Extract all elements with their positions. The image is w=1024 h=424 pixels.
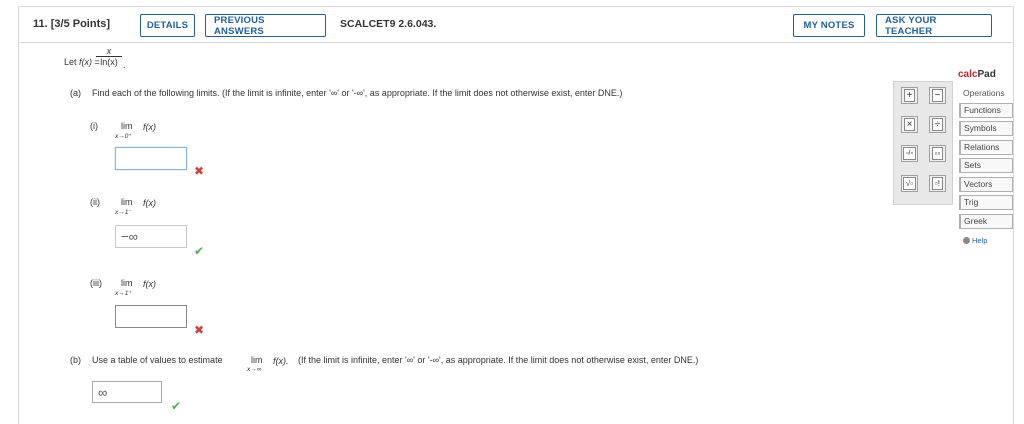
ask-your-teacher-button[interactable]: ASK YOUR TEACHER <box>876 14 992 37</box>
minus-button[interactable]: − <box>929 87 946 104</box>
question-number: 11. [3/5 Points] <box>33 18 111 30</box>
tab-functions[interactable]: Functions <box>959 103 1013 118</box>
lim-subscript: x→∞ <box>247 366 262 373</box>
calcpad-title-accent: calc <box>958 69 978 80</box>
part-b-instruction-post: (If the limit is infinite, enter '∞' or … <box>298 355 699 365</box>
lim-subscript: x→1⁺ <box>115 290 132 297</box>
my-notes-button[interactable]: MY NOTES <box>793 14 865 37</box>
minus-icon: − <box>931 89 944 102</box>
multiply-button[interactable]: × <box>901 116 918 133</box>
answer-input-ii[interactable]: −∞ <box>115 225 187 248</box>
question-header: 11. [3/5 Points] DETAILS PREVIOUS ANSWER… <box>19 7 1013 43</box>
calcpad-title: calcPad <box>958 69 996 80</box>
function-fraction: x ln(x) <box>96 46 122 67</box>
details-button[interactable]: DETAILS <box>140 14 195 37</box>
sqrt-icon: √▫ <box>902 177 917 190</box>
part-b-label: (b) <box>70 355 81 365</box>
previous-answers-button[interactable]: PREVIOUS ANSWERS <box>205 14 326 37</box>
tab-trig[interactable]: Trig <box>959 195 1013 210</box>
function-name: f(x) <box>79 57 93 67</box>
statement-period: . <box>123 60 126 70</box>
multiply-icon: × <box>903 118 916 131</box>
lim-subscript: x→1⁻ <box>115 209 132 216</box>
lim-function: f(x). <box>273 356 289 366</box>
correct-icon: ✔ <box>171 399 182 413</box>
part-a-instruction: Find each of the following limits. (If t… <box>92 88 623 98</box>
lim-word: lim <box>121 197 133 207</box>
tab-sets[interactable]: Sets <box>959 158 1013 173</box>
lim-word: lim <box>121 278 133 288</box>
lim-function: f(x) <box>143 198 156 208</box>
factorial-button[interactable]: ▫! <box>929 175 946 192</box>
answer-input-iii[interactable] <box>115 305 187 328</box>
fraction-numerator: x <box>106 46 112 56</box>
tab-greek[interactable]: Greek <box>959 214 1013 229</box>
divide-icon: ÷ <box>931 118 944 131</box>
help-icon <box>963 237 970 244</box>
plus-button[interactable]: + <box>901 87 918 104</box>
calcpad-title-rest: Pad <box>977 69 996 80</box>
incorrect-icon: ✖ <box>194 164 205 178</box>
incorrect-icon: ✖ <box>194 323 205 337</box>
correct-icon: ✔ <box>194 244 205 258</box>
problem-code: SCALCET9 2.6.043. <box>340 18 437 30</box>
help-label: Help <box>972 236 988 245</box>
fraction-button[interactable]: ▫/▫ <box>901 145 918 162</box>
part-b-instruction-pre: Use a table of values to estimate <box>92 355 223 365</box>
answer-input-i[interactable] <box>115 147 187 170</box>
tab-relations[interactable]: Relations <box>959 140 1013 155</box>
exponent-icon: ▫▫ <box>931 147 944 160</box>
part-a-i-label: (i) <box>90 121 98 131</box>
tab-vectors[interactable]: Vectors <box>959 177 1013 192</box>
plus-icon: + <box>903 89 916 102</box>
problem-statement: Let f(x) = <box>64 57 100 67</box>
lim-word: lim <box>251 355 263 365</box>
factorial-icon: ▫! <box>931 177 944 190</box>
calcpad-operations-label: Operations <box>963 88 1005 98</box>
calcpad-help-link[interactable]: Help <box>963 236 987 245</box>
divide-button[interactable]: ÷ <box>929 116 946 133</box>
lim-function: f(x) <box>143 122 156 132</box>
sqrt-button[interactable]: √▫ <box>901 175 918 192</box>
let-text: Let <box>64 57 80 67</box>
part-a-iii-label: (iii) <box>90 278 102 288</box>
part-a-ii-label: (ii) <box>90 197 100 207</box>
exponent-button[interactable]: ▫▫ <box>929 145 946 162</box>
lim-subscript: x→0⁺ <box>115 133 132 140</box>
tab-symbols[interactable]: Symbols <box>959 121 1013 136</box>
fraction-denominator: ln(x) <box>100 57 118 67</box>
fraction-icon: ▫/▫ <box>903 147 916 160</box>
answer-input-b[interactable]: ∞ <box>92 381 162 403</box>
lim-word: lim <box>121 121 133 131</box>
lim-function: f(x) <box>143 279 156 289</box>
part-a-label: (a) <box>70 88 81 98</box>
